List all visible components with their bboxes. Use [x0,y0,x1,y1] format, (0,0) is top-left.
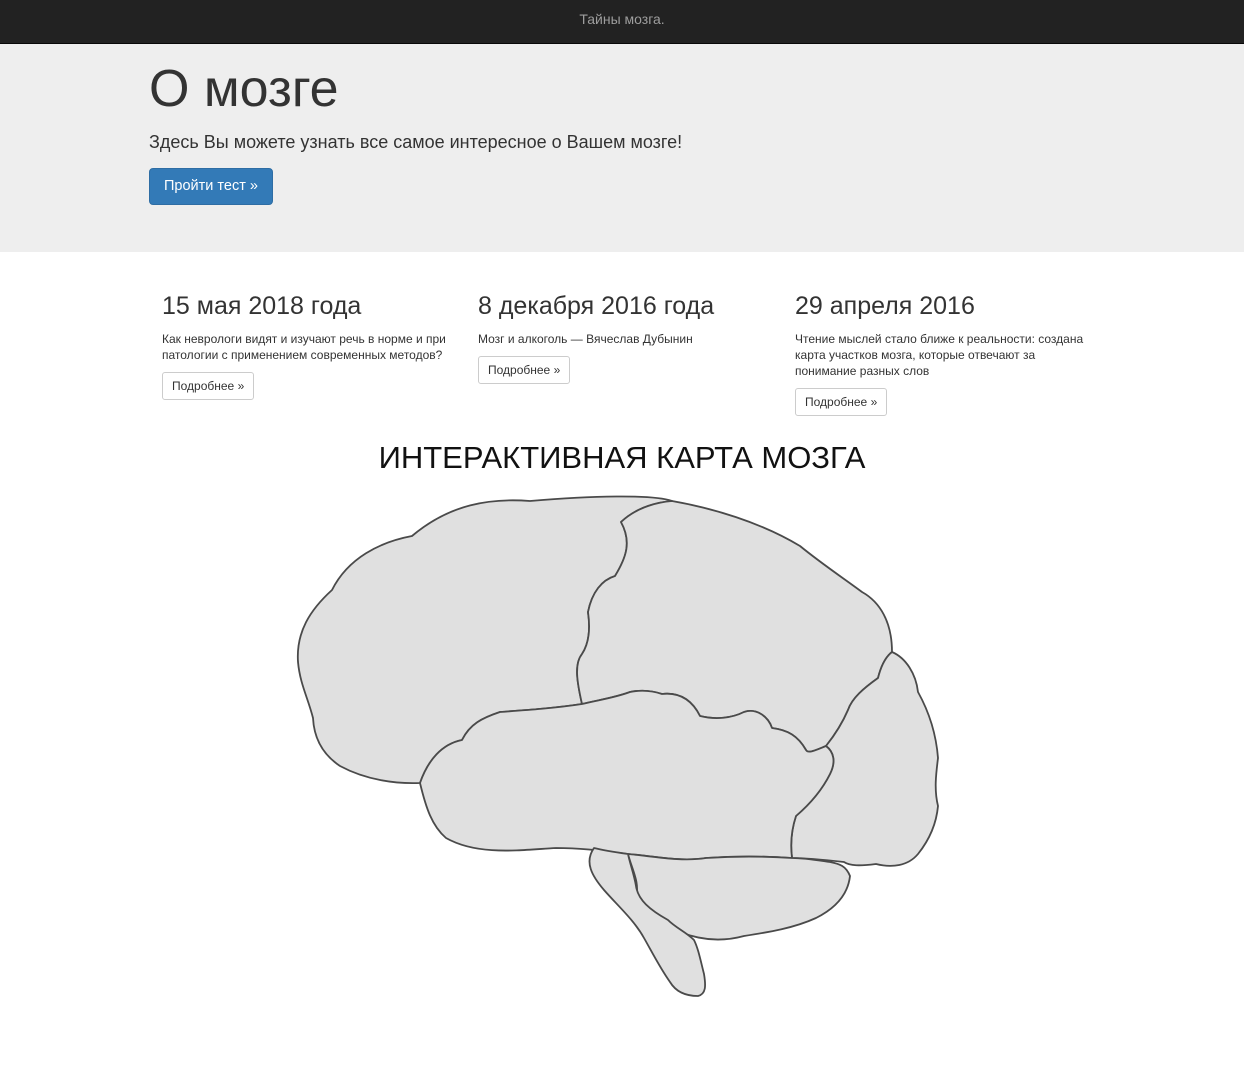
read-more-button[interactable]: Подробнее » [162,372,255,400]
take-test-button[interactable]: Пройти тест » [149,168,273,205]
news-date: 29 апреля 2016 [795,292,975,320]
read-more-button[interactable]: Подробнее » [795,388,888,416]
news-text: Чтение мыслей стало ближе к реальности: … [795,332,1084,378]
news-item: 8 декабря 2016 года Мозг и алкоголь — Вя… [478,290,763,384]
news-section: 15 мая 2018 года Как неврологи видят и и… [0,252,1244,422]
page-title: О мозге [149,60,339,118]
brain-map [0,476,1244,1016]
navbar-brand-link[interactable]: Тайны мозга. [579,11,664,27]
news-text: Как неврологи видят и изучают речь в нор… [162,332,446,362]
navbar: Тайны мозга. [0,0,1244,44]
read-more-button[interactable]: Подробнее » [478,356,571,384]
brain-map-title: ИНТЕРАКТИВНАЯ КАРТА МОЗГА [378,440,866,475]
news-text: Мозг и алкоголь — Вячеслав Дубынин [478,332,693,346]
news-date: 8 декабря 2016 года [478,292,715,320]
news-item: 15 мая 2018 года Как неврологи видят и и… [162,290,447,400]
hero-section: О мозге Здесь Вы можете узнать все самое… [0,44,1244,252]
news-date: 15 мая 2018 года [162,292,362,320]
news-item: 29 апреля 2016 Чтение мыслей стало ближе… [795,290,1085,416]
brain-map-svg [296,495,939,997]
hero-lead-text: Здесь Вы можете узнать все самое интерес… [149,132,683,152]
